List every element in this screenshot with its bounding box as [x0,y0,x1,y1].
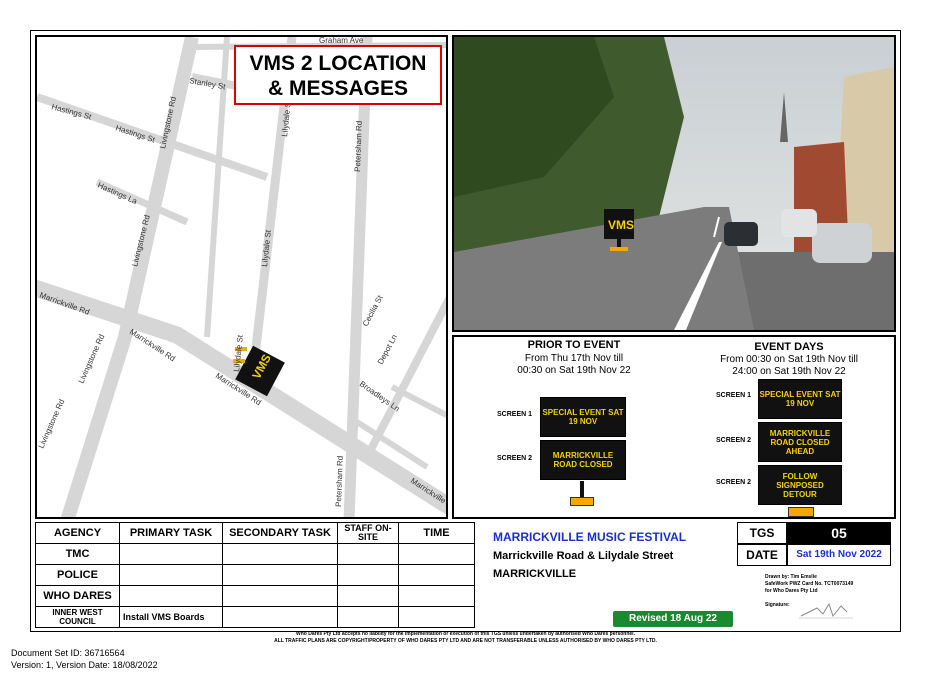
prior-screen-1-label: SCREEN 1 [497,411,533,418]
date-label: DATE [737,544,787,566]
primary-task-cell [119,543,223,565]
agency-cell: WHO DARES [35,585,120,607]
event-suburb: MARRICKVILLE [493,568,577,580]
disclaimer-line-1: Who Dares Pty Ltd accepts no liability f… [296,631,635,637]
event-screen-1-label: SCREEN 1 [716,392,752,399]
title-line-2: & MESSAGES [267,77,409,100]
disclaimer-line-2: ALL TRAFFIC PLANS ARE COPYRIGHT/PROPERTY… [274,638,657,644]
card-number: SafeWork PWZ Card No. TCT0073149 [765,581,854,587]
map-street-label: Petersham Rd [353,121,364,172]
agency-cell: TMC [35,543,120,565]
revised-badge: Revised 18 Aug 22 [613,611,733,627]
event-screen-3-board: FOLLOW SIGNPOSED DETOUR [758,465,842,505]
date-value: Sat 19th Nov 2022 [787,544,891,566]
event-line-2: 24:00 on Sat 19th Nov 22 [732,366,846,377]
title-line-1: VMS 2 LOCATION [249,52,427,75]
event-screen-1-board: SPECIAL EVENT SAT 19 NOV [758,379,842,419]
agency-cell: INNER WEST COUNCIL [35,606,120,628]
signature-label: Signature: [765,602,790,608]
drawn-by: Drawn by: Tim Emslie [765,574,817,580]
map-street-label: Petersham Rd [334,456,345,507]
event-board-trailer [788,507,814,517]
street-photo: VMS [452,35,896,332]
map-roads: Graham Ave Stanley St Hastings St Hastin… [37,37,446,517]
event-screen-3-label: SCREEN 2 [716,479,752,486]
header-secondary-task: SECONDARY TASK [222,522,338,544]
document-set-id: Document Set ID: 36716564 [11,648,125,658]
header-primary-task: PRIMARY TASK [119,522,223,544]
prior-line-1: From Thu 17th Nov till [524,353,624,364]
prior-board-trailer [570,497,594,506]
event-line-1: From 00:30 on Sat 19th Nov till [720,354,858,365]
prior-screen-2-label: SCREEN 2 [497,455,533,462]
event-info: MARRICKVILLE MUSIC FESTIVAL Marrickville… [485,522,737,630]
prior-line-2: 00:30 on Sat 19th Nov 22 [517,365,631,376]
document-version: Version: 1, Version Date: 18/08/2022 [11,660,158,670]
table-row: INNER WEST COUNCIL Install VMS Boards [35,606,475,628]
event-heading: EVENT DAYS [754,341,824,353]
agency-cell: POLICE [35,564,120,586]
page-title: VMS 2 LOCATION & MESSAGES [234,45,442,105]
signature-image [799,602,853,619]
primary-task-cell [119,564,223,586]
header-staff-on-site: STAFF ON-SITE [337,522,399,544]
prior-screen-1-board: SPECIAL EVENT SAT 19 NOV [540,397,626,437]
event-location: Marrickville Road & Lilydale Street [493,550,674,562]
prior-board-post [580,481,584,497]
street-photo-illustration: VMS [454,37,894,330]
tgs-number: 05 [787,522,891,544]
event-screen-2-board: MARRICKVILLE ROAD CLOSED AHEAD [758,422,842,462]
table-row: WHO DARES [35,585,475,607]
table-row: TMC [35,543,475,565]
vms-messages-panel: PRIOR TO EVENT From Thu 17th Nov till 00… [452,335,896,519]
header-agency: AGENCY [35,522,120,544]
location-map: Graham Ave Stanley St Hastings St Hastin… [35,35,448,519]
task-table: AGENCY PRIMARY TASK SECONDARY TASK STAFF… [35,522,475,628]
event-name: MARRICKVILLE MUSIC FESTIVAL [493,530,687,544]
prior-screen-2-board: MARRICKVILLE ROAD CLOSED [540,440,626,480]
tgs-label: TGS [737,522,787,544]
photo-vms-label: VMS [608,218,634,232]
event-screen-2-label: SCREEN 2 [716,437,752,444]
primary-task-cell [119,585,223,607]
tgs-block: TGS 05 DATE Sat 19th Nov 2022 Drawn by: … [737,522,893,630]
header-time: TIME [398,522,475,544]
primary-task-cell: Install VMS Boards [119,606,223,628]
prior-heading: PRIOR TO EVENT [527,339,621,351]
table-row: POLICE [35,564,475,586]
map-street-label: Graham Ave [319,37,364,45]
